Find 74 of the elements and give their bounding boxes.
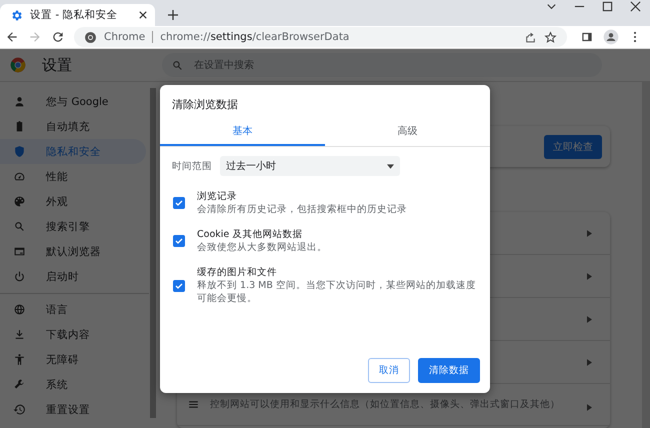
sidebar-item[interactable]: 您与 Google (0, 89, 146, 114)
sidebar-item[interactable]: 搜索引擎 (0, 214, 146, 239)
sidebar-item[interactable]: 默认浏览器 (0, 239, 146, 264)
option-description: 释放不到 1.3 MB 空间。当您下次访问时，某些网站的加载速度可能会更慢。 (197, 279, 477, 305)
address-bar[interactable]: Chrome chrome://settings/clearBrowserData (74, 27, 567, 47)
sidebar-item[interactable]: 系统 (0, 372, 138, 397)
search-icon (171, 58, 184, 72)
time-range-label: 时间范围 (172, 160, 212, 172)
url-text: chrome://settings/clearBrowserData (160, 31, 350, 43)
close-icon[interactable] (630, 1, 641, 12)
option-title: 浏览记录 (197, 190, 238, 203)
checkbox[interactable] (173, 280, 185, 292)
option-description: 会清除所有历史记录，包括搜索框中的历史记录 (197, 203, 408, 216)
arrow-right-icon[interactable] (587, 272, 592, 280)
sidebar-item[interactable]: 无障碍 (0, 347, 138, 372)
option-description: 会致使您从大多数网站退出。 (197, 241, 328, 254)
site-settings-description: 控制网站可以使用和显示什么信息（如位置信息、摄像头、弹出式窗口及其他） (210, 398, 561, 411)
checkmark-icon (174, 236, 184, 246)
tab-title: 设置 - 隐私和安全 (30, 8, 118, 22)
avatar-icon[interactable] (603, 29, 619, 45)
dialog-title: 清除浏览数据 (171, 97, 239, 113)
caret-icon (387, 164, 394, 168)
history-icon (13, 403, 26, 416)
checkmark-icon (174, 198, 184, 208)
wrench-icon (13, 378, 26, 391)
power-icon (13, 270, 26, 283)
dialog-tab[interactable]: 基本 (160, 120, 325, 146)
option-title: 缓存的图片和文件 (197, 266, 278, 279)
site-label: Chrome (104, 31, 146, 43)
settings-icon (10, 8, 23, 22)
sidebar-item[interactable]: 自动填充 (0, 114, 146, 139)
scrollbar[interactable] (150, 88, 156, 418)
sidebar-item[interactable]: 隐私和安全 (0, 139, 146, 164)
share-icon[interactable] (524, 30, 537, 44)
check-now-button[interactable]: 立即检查 (544, 134, 602, 158)
browser-tab[interactable]: 设置 - 隐私和安全 (0, 4, 155, 26)
globe-icon (13, 303, 26, 316)
dialog-tab[interactable]: 高级 (325, 120, 490, 146)
search-icon (13, 220, 26, 233)
close-icon[interactable] (139, 11, 147, 19)
checkbox[interactable] (173, 197, 185, 209)
star-icon[interactable] (544, 30, 557, 44)
sidebar-item[interactable]: 语言 (0, 297, 138, 322)
reload-icon[interactable] (51, 30, 65, 44)
arrow-right-icon[interactable] (587, 230, 592, 236)
checkbox[interactable] (173, 235, 185, 247)
clear-data-button[interactable]: 清除数据 (418, 358, 480, 383)
sidebar-item[interactable]: 启动时 (0, 264, 146, 289)
sidebar-item[interactable]: 重置设置 (0, 397, 138, 422)
new-tab-icon[interactable] (168, 10, 178, 20)
cancel-button[interactable]: 取消 (368, 358, 410, 383)
sidebar-item[interactable]: 性能 (0, 164, 146, 189)
sidebar-item[interactable]: 外观 (0, 189, 146, 214)
checkmark-icon (174, 280, 184, 290)
sidebar-item[interactable]: 下载内容 (0, 322, 138, 347)
chrome-logo-icon (84, 30, 97, 44)
arrow-right-icon[interactable] (587, 316, 592, 322)
maximize-icon[interactable] (602, 1, 613, 12)
browser-icon (13, 245, 26, 258)
arrow-right-icon[interactable] (587, 404, 592, 411)
person-icon (13, 95, 26, 108)
palette-icon (13, 195, 26, 208)
option-title: Cookie 及其他网站数据 (197, 228, 304, 241)
side-panel-icon[interactable] (580, 30, 594, 44)
shield-icon (13, 145, 26, 158)
back-arrow-icon[interactable] (5, 30, 19, 44)
arrow-right-icon[interactable] (587, 358, 592, 366)
page-title: 设置 (42, 56, 73, 74)
gauge-icon (13, 170, 26, 183)
search-field[interactable]: 在设置中搜索 (162, 53, 602, 77)
download-icon (13, 328, 26, 341)
time-range-dropdown[interactable]: 过去一小时 (220, 156, 400, 176)
chrome-logo-icon (10, 57, 26, 73)
accessibility-icon (13, 353, 26, 366)
